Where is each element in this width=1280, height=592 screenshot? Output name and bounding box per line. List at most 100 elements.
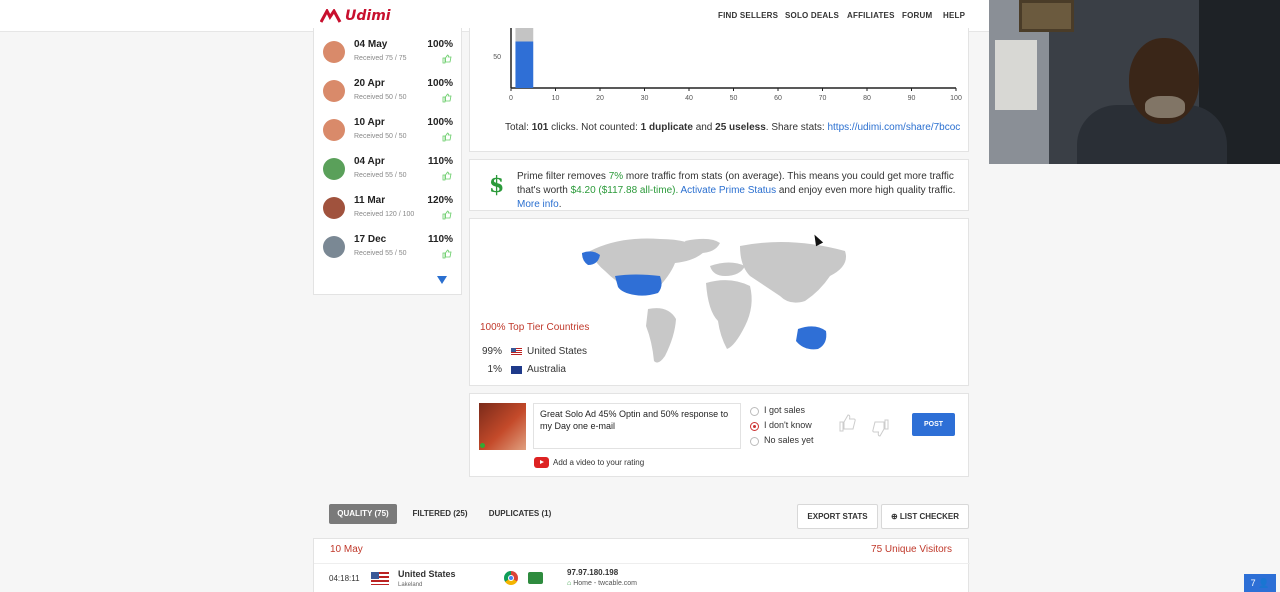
thumbs-up-icon xyxy=(442,210,452,220)
past-orders-sidebar: 04 May Received 75 / 75 100% 20 Apr Received… xyxy=(313,28,462,295)
visitor-stats-list: 10 May 75 Unique Visitors 04:18:11 Unite… xyxy=(313,538,970,592)
nav-solo-deals[interactable]: SOLO DEALS xyxy=(785,11,839,20)
activate-prime-link[interactable]: Activate Prime Status xyxy=(681,185,777,196)
delivery-percent: 100% xyxy=(427,39,453,50)
scroll-down-arrow-icon[interactable] xyxy=(437,276,447,284)
usa-highlight xyxy=(615,274,662,296)
visit-time: 04:18:11 xyxy=(329,574,360,583)
x-tick-label: 70 xyxy=(819,95,827,102)
nav-affiliates[interactable]: AFFILIATES xyxy=(847,11,895,20)
udimi-logo[interactable]: Udimi xyxy=(320,7,391,25)
rating-card: Great Solo Ad 45% Optin and 50% response… xyxy=(469,393,969,477)
radio-dont-know[interactable] xyxy=(750,422,759,431)
list-checker-icon: ⊕ xyxy=(890,512,900,521)
online-status-dot xyxy=(480,443,485,448)
country-pct-au: 1% xyxy=(487,364,502,375)
beard xyxy=(1145,96,1185,118)
thumbs-up-icon xyxy=(442,54,452,64)
x-tick-label: 80 xyxy=(863,95,871,102)
chat-badge[interactable]: 7 👤 xyxy=(1244,574,1276,592)
nav-find-sellers[interactable]: FIND SELLERS xyxy=(718,11,778,20)
australia-highlight xyxy=(796,326,827,350)
order-date: 17 Dec xyxy=(354,234,387,245)
list-item[interactable]: 20 Apr Received 50 / 50 100% xyxy=(314,74,463,113)
country-pct-us: 99% xyxy=(481,346,502,357)
avatar xyxy=(323,41,345,63)
youtube-icon[interactable] xyxy=(534,457,549,468)
export-stats-button[interactable]: EXPORT STATS xyxy=(797,504,878,529)
x-tick-label: 20 xyxy=(596,95,604,102)
list-item[interactable]: 04 Apr Received 55 / 50 110% xyxy=(314,152,463,191)
avatar xyxy=(323,236,345,258)
y-tick-label: 50 xyxy=(493,54,501,61)
total-clicks-text: clicks. Not counted: xyxy=(551,122,638,133)
south-america-shape xyxy=(646,308,676,363)
prime-worth: $4.20 ($117.88 all-time). xyxy=(570,185,679,196)
list-item[interactable]: 11 Mar Received 120 / 100 120% xyxy=(314,191,463,230)
prime-t3: worth xyxy=(543,185,568,196)
list-checker-label: LIST CHECKER xyxy=(899,512,960,521)
unique-visitors-count: 75 Unique Visitors xyxy=(871,544,952,555)
x-tick-label: 90 xyxy=(908,95,916,102)
prime-pct: 7% xyxy=(608,171,624,182)
list-item[interactable]: 17 Dec Received 55 / 50 110% xyxy=(314,230,463,269)
received-count: Received 55 / 50 xyxy=(354,250,407,257)
list-checker-button[interactable]: ⊕ LIST CHECKER xyxy=(881,504,969,529)
tab-quality[interactable]: QUALITY (75) xyxy=(329,504,397,524)
seller-photo xyxy=(479,403,526,450)
x-tick-label: 0 xyxy=(509,95,513,102)
order-date: 11 Mar xyxy=(354,195,386,206)
order-date: 04 May xyxy=(354,39,388,50)
visit-host: ⌂ Home - twcable.com xyxy=(567,580,637,587)
received-count: Received 55 / 50 xyxy=(354,172,407,179)
post-button[interactable]: POST xyxy=(912,413,955,436)
rating-comment-input[interactable]: Great Solo Ad 45% Optin and 50% response… xyxy=(533,403,741,449)
visit-hostname: - twcable.com xyxy=(593,580,638,587)
nav-forum[interactable]: FORUM xyxy=(902,11,932,20)
more-info-link[interactable]: More info xyxy=(517,199,559,210)
tab-duplicates[interactable]: DUPLICATES (1) xyxy=(485,504,555,524)
thumbs-up-icon[interactable] xyxy=(837,413,857,433)
bar-filtered xyxy=(515,28,534,42)
avatar xyxy=(323,80,345,102)
thumbs-down-icon[interactable] xyxy=(871,418,891,438)
order-date: 10 Apr xyxy=(354,117,385,128)
share-text: . Share stats: xyxy=(765,122,825,133)
top-tier-countries: 100% Top Tier Countries xyxy=(480,322,590,333)
useless-count: 25 useless xyxy=(715,122,766,133)
tab-filtered[interactable]: FILTERED (25) xyxy=(410,504,470,524)
share-link[interactable]: https://udimi.com/share/7bcoc xyxy=(827,122,960,133)
radio-no-sales[interactable] xyxy=(750,437,759,446)
logo-mark-icon xyxy=(320,9,342,23)
x-tick-label: 60 xyxy=(774,95,782,102)
label-dont-know: I don't know xyxy=(764,420,812,430)
us-flag-icon xyxy=(511,348,522,356)
visit-ip: 97.97.180.198 xyxy=(567,568,619,577)
visit-city: Lakeland xyxy=(398,582,423,588)
x-tick-label: 10 xyxy=(552,95,560,102)
europe-shape xyxy=(710,262,745,276)
nav-help[interactable]: HELP xyxy=(943,11,965,20)
picture-frame xyxy=(1019,0,1074,32)
list-item[interactable]: 10 Apr Received 50 / 50 100% xyxy=(314,113,463,152)
stats-date: 10 May xyxy=(330,544,363,555)
received-count: Received 120 / 100 xyxy=(354,211,415,218)
list-item[interactable]: 04 May Received 75 / 75 100% xyxy=(314,35,463,74)
x-tick-label: 30 xyxy=(641,95,649,102)
avatar xyxy=(323,158,345,180)
radio-got-sales[interactable] xyxy=(750,407,759,416)
asia-shape xyxy=(740,242,846,303)
add-video-link[interactable]: Add a video to your rating xyxy=(553,458,644,467)
table-row: 04:18:11 United States Lakeland 97.97.18… xyxy=(314,563,970,592)
x-tick-label: 100 xyxy=(950,95,962,102)
duplicate-count: 1 duplicate xyxy=(640,122,693,133)
delivery-percent: 110% xyxy=(427,234,453,245)
received-count: Received 75 / 75 xyxy=(354,55,407,62)
bar-quality xyxy=(515,41,534,88)
avatar xyxy=(323,197,345,219)
australia-flag-icon xyxy=(511,366,522,374)
received-count: Received 50 / 50 xyxy=(354,133,407,140)
chrome-browser-icon xyxy=(504,571,518,585)
thumbs-up-icon xyxy=(442,93,452,103)
and-text: and xyxy=(695,122,713,133)
